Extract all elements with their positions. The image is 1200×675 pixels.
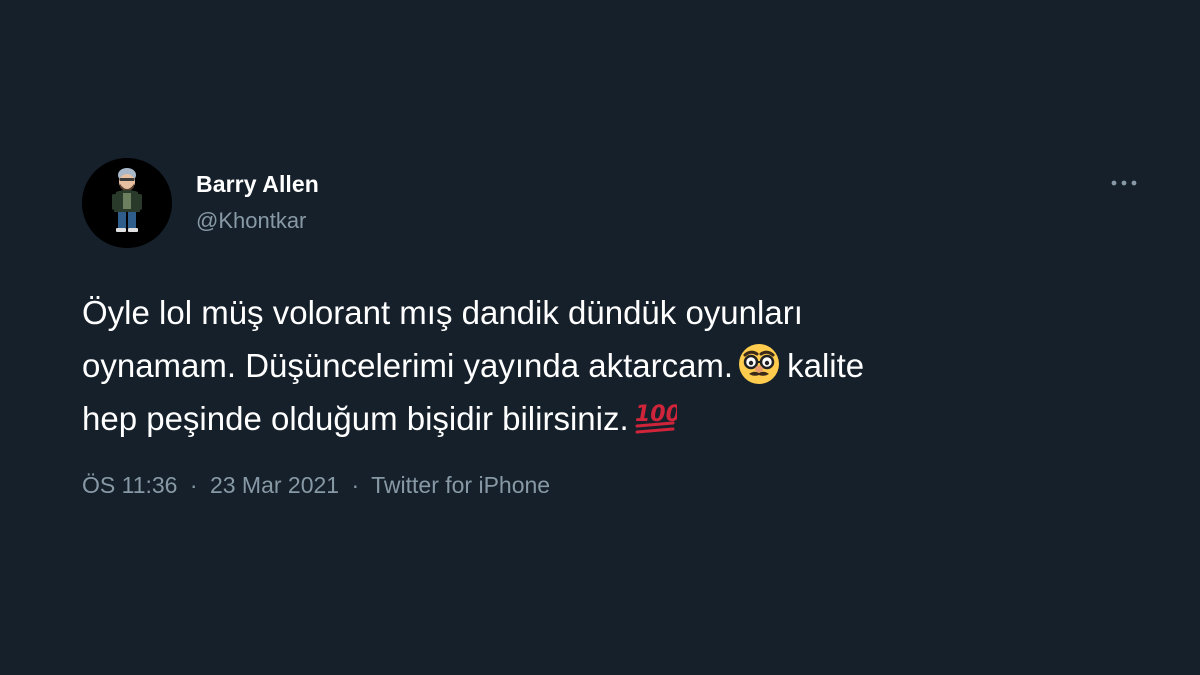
more-options-icon <box>1111 180 1137 186</box>
tweet-text-segment: hep peşinde olduğum bişidir bilirsiniz. <box>82 400 629 437</box>
meta-separator: · <box>351 472 360 498</box>
tweet-time[interactable]: ÖS 11:36 <box>82 472 177 498</box>
display-name[interactable]: Barry Allen <box>196 170 319 198</box>
tweet-text-line-2: oynamam. Düşüncelerimi yayında aktarcam. <box>82 339 1142 392</box>
disguised-face-emoji-icon <box>737 342 781 386</box>
author-info: Barry Allen @Khontkar <box>196 170 319 235</box>
more-options-button[interactable] <box>1108 174 1140 192</box>
cartoon-person-avatar-icon <box>82 158 172 248</box>
tweet-card: Barry Allen @Khontkar Öyle lol müş volor… <box>82 158 1152 498</box>
tweet-text-segment: kalite <box>787 347 865 384</box>
tweet-header: Barry Allen @Khontkar <box>82 158 1152 250</box>
tweet-text: Öyle lol müş volorant mış dandik dündük … <box>82 286 1142 445</box>
tweet-meta: ÖS 11:36 · 23 Mar 2021 · Twitter for iPh… <box>82 470 550 500</box>
tweet-date[interactable]: 23 Mar 2021 <box>210 472 339 498</box>
meta-separator: · <box>189 472 198 498</box>
tweet-text-segment: oynamam. Düşüncelerimi yayında aktarcam. <box>82 347 734 384</box>
tweet-text-line-3: hep peşinde olduğum bişidir bilirsiniz. … <box>82 392 1142 445</box>
tweet-text-line-1: Öyle lol müş volorant mış dandik dündük … <box>82 294 803 331</box>
tweet-source[interactable]: Twitter for iPhone <box>371 472 550 498</box>
avatar[interactable] <box>82 158 172 248</box>
hundred-points-emoji-icon: 100 <box>633 395 677 439</box>
user-handle[interactable]: @Khontkar <box>196 207 319 235</box>
